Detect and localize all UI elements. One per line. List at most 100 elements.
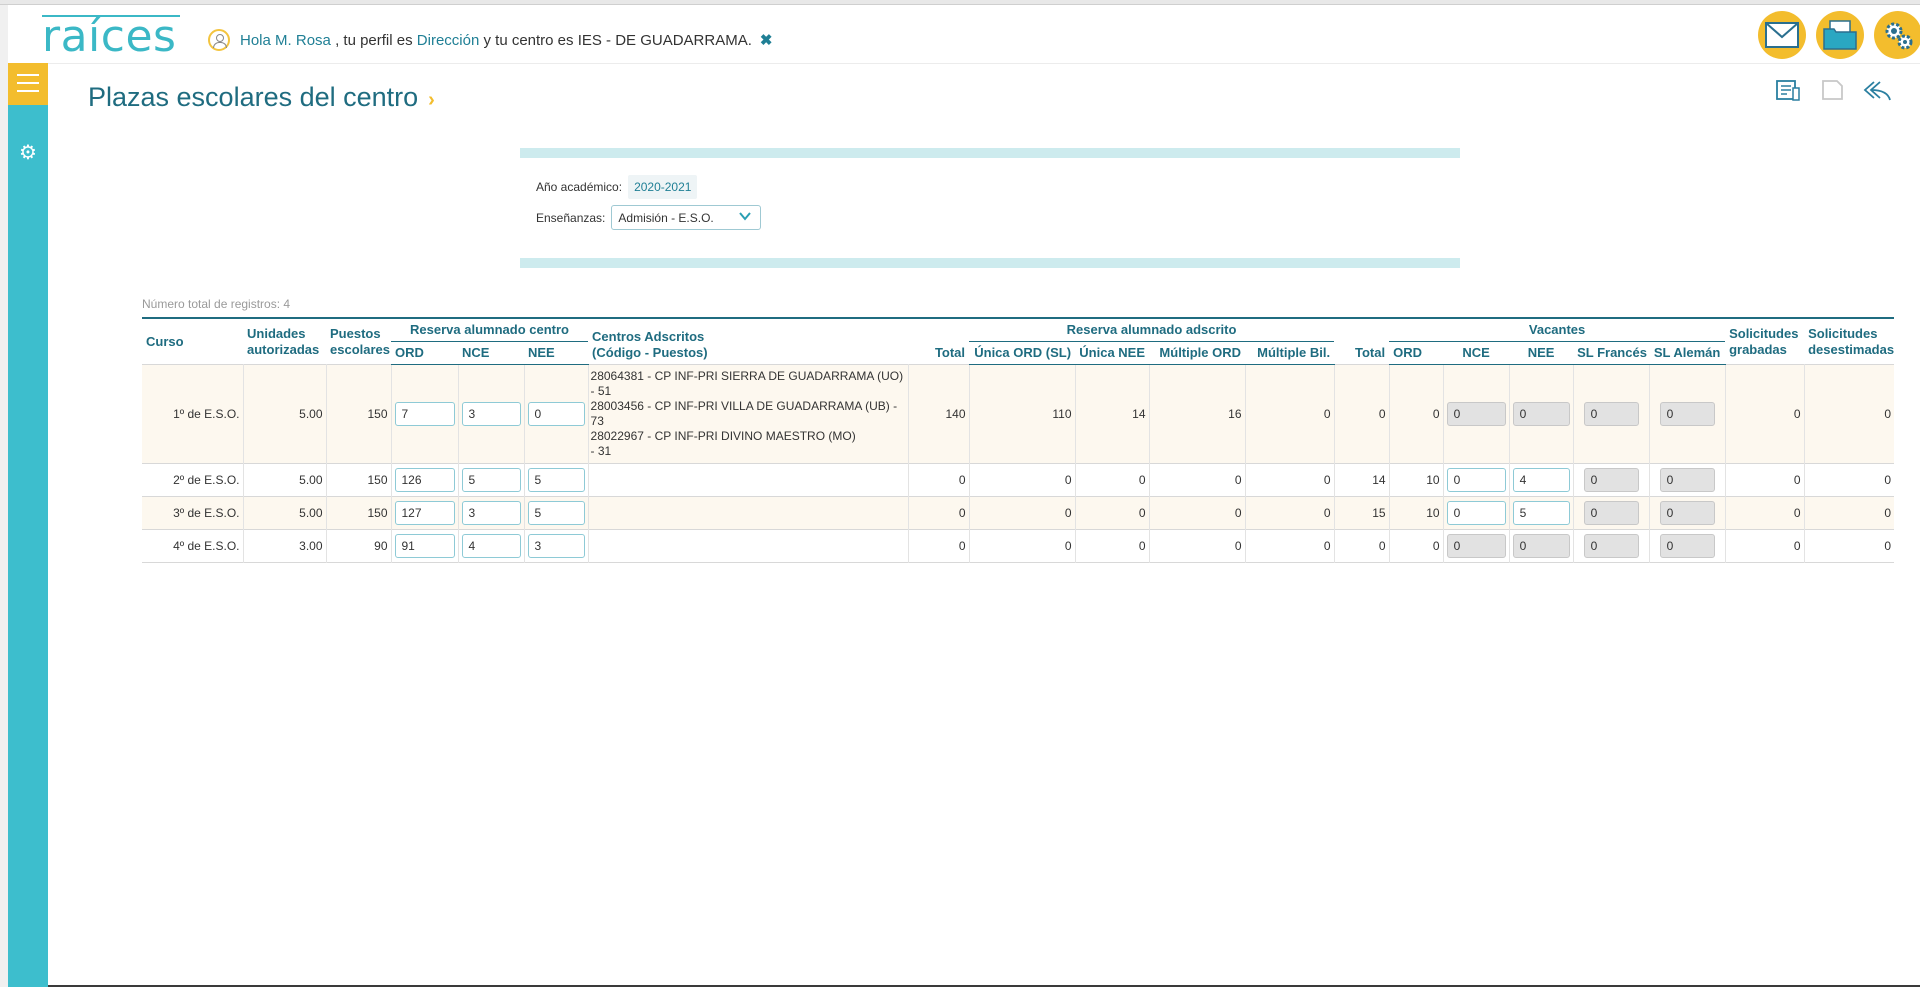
reserva-ord-input[interactable]: 91 [394,534,455,558]
cell-unica-nee: 0 [1074,496,1150,530]
cell-puestos: 150 [325,364,391,464]
header-unica-nee: Única NEE [1075,341,1150,365]
header-ord: ORD [391,341,458,365]
user-greeting: Hola M. Rosa , tu perfil es Dirección y … [208,29,772,51]
sidebar [8,63,48,987]
table-row: 2º de E.S.O. 5.00 150 126 5 5 0 0 0 0 0 … [142,463,1895,497]
greeting-prefix: Hola [240,31,271,49]
header-vacantes-nee: NEE [1509,341,1574,365]
vacantes-nce-input[interactable]: 0 [1446,468,1506,492]
cell-solicitudes-grabadas: 0 [1724,463,1805,497]
cell-curso: 4º de E.S.O. [173,539,240,553]
cell-solicitudes-grabadas: 0 [1724,364,1805,464]
cell-multiple-bil: 0 [1244,364,1335,464]
back-icon[interactable] [1862,78,1891,102]
sl-aleman-input: 0 [1659,468,1715,492]
cell-unidades: 5.00 [242,463,326,497]
filter-panel-bottom-bar [520,258,1460,268]
reserva-nee-input[interactable]: 5 [527,468,585,492]
cell-centros-adscritos [587,529,909,563]
academic-year-label: Año académico: [536,180,623,194]
academic-year-row: Año académico: 2020-2021 [536,175,698,199]
teaching-select[interactable]: Admisión - E.S.O. [611,205,762,230]
cell-unica-nee: 0 [1074,529,1150,563]
vacantes-nee-input[interactable]: 4 [1512,468,1570,492]
close-icon[interactable]: ✖ [760,31,773,49]
cell-vacantes-ord: 10 [1388,463,1444,497]
sl-frances-input: 0 [1583,501,1639,525]
cell-total-2: 14 [1333,463,1390,497]
reserva-ord-input[interactable]: 126 [394,468,455,492]
cell-vacantes-ord: 0 [1388,364,1444,464]
header-curso: Curso [142,317,243,365]
cell-curso: 1º de E.S.O. [142,364,243,464]
header-multiple-bil: Múltiple Bil. [1245,341,1335,365]
reserva-nee-input[interactable]: 3 [527,534,585,558]
reserva-nee-input[interactable]: 0 [527,402,585,426]
filter-panel-top-bar [520,148,1460,158]
gear-icon [1885,22,1913,50]
header-reserva-centro: Reserva alumnado centro [391,317,589,342]
cell-multiple-bil: 0 [1244,496,1335,530]
cell-total-2: 0 [1333,529,1390,563]
hamburger-icon [17,74,39,76]
cell-unica-ord: 110 [968,364,1076,464]
cell-vacantes-ord: 0 [1388,529,1444,563]
profile-link[interactable]: Dirección [417,32,480,49]
vacantes-nce-input[interactable]: 0 [1446,501,1506,525]
hamburger-icon-line [17,82,39,84]
vacantes-nee-input[interactable]: 5 [1512,501,1570,525]
cell-unica-ord: 0 [968,529,1076,563]
chevron-down-icon [738,209,752,226]
cell-total-2: 15 [1333,496,1390,530]
sidebar-gear-icon[interactable]: ⚙ [18,143,38,163]
reserva-ord-input[interactable]: 7 [394,402,455,426]
cell-puestos: 90 [325,529,391,563]
reserva-nce-input[interactable]: 5 [461,468,521,492]
center-name: IES - DE GUADARRAMA. [577,31,752,49]
document-icon [1818,78,1846,102]
header-unidades: Unidades autorizadas [243,317,326,365]
cell-puestos: 150 [325,463,391,497]
cell-solicitudes-grabadas: 0 [1724,496,1805,530]
cell-curso: 2º de E.S.O. [173,473,240,487]
cell-puestos: 150 [325,496,391,530]
reserva-nce-input[interactable]: 4 [461,534,521,558]
vacantes-nee-input: 0 [1512,402,1570,426]
page-title-text: Plazas escolares del centro [88,82,419,112]
settings-button[interactable] [1874,11,1920,59]
cell-unica-nee: 0 [1074,463,1150,497]
toolbar [1774,78,1891,102]
cell-unica-ord: 0 [968,496,1076,530]
reserva-nee-input[interactable]: 5 [527,501,585,525]
header-reserva-adscrito: Reserva alumnado adscrito [969,317,1335,342]
chevron-right-icon[interactable]: › [428,89,435,111]
teaching-row: Enseñanzas: Admisión - E.S.O. [536,205,762,230]
reserva-nce-input[interactable]: 3 [461,402,521,426]
header-nee: NEE [524,341,589,365]
cell-solicitudes-desestimadas: 0 [1803,463,1895,497]
record-count: Número total de registros: 4 [142,297,291,311]
profile-text: , tu perfil es [335,31,413,49]
reserva-ord-input[interactable]: 127 [394,501,455,525]
mail-button[interactable] [1758,11,1806,59]
cell-multiple-ord: 0 [1148,529,1246,563]
report-icon[interactable] [1774,78,1802,102]
header-vacantes-nce: NCE [1443,341,1510,365]
cell-centros-adscritos [587,496,909,530]
app-logo[interactable]: raíces [42,11,176,62]
teaching-label: Enseñanzas: [536,210,606,225]
header-nce: NCE [458,341,524,365]
cell-unidades: 5.00 [242,496,326,530]
documents-button[interactable] [1816,11,1864,59]
cell-solicitudes-desestimadas: 0 [1803,496,1895,530]
sl-aleman-input: 0 [1659,501,1715,525]
folder-icon [1823,20,1857,50]
cell-unidades: 3.00 [242,529,326,563]
reserva-nce-input[interactable]: 3 [461,501,521,525]
user-name[interactable]: M. Rosa [275,32,331,49]
hamburger-menu-button[interactable] [8,63,48,105]
header-sl-frances: SL Francés [1573,341,1650,365]
table-row: 1º de E.S.O. 5.00 150 7 3 0 28064381 - C… [142,364,1895,464]
header-total-2: Total [1334,317,1390,365]
